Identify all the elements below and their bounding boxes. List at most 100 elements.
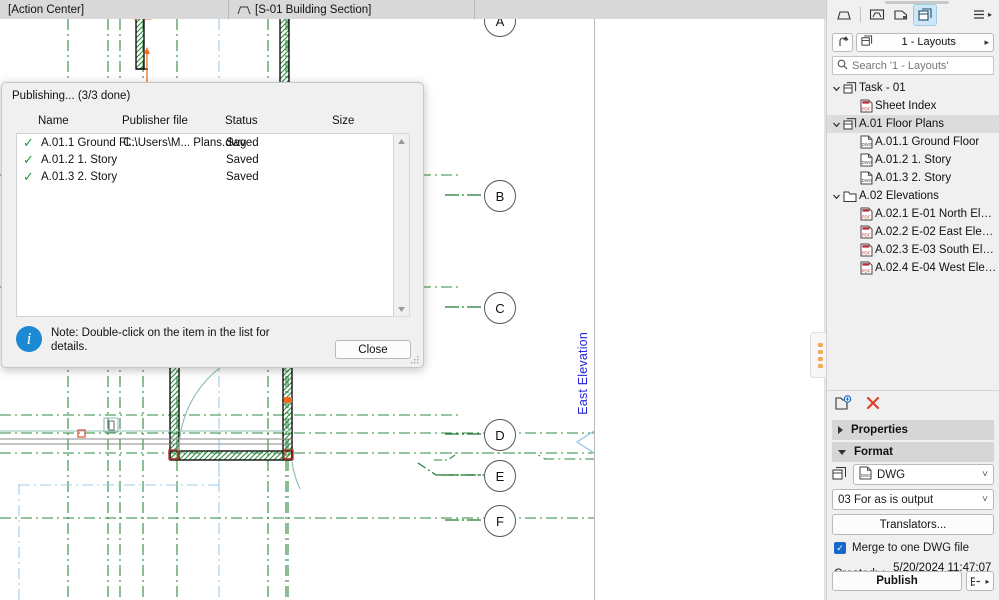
publish-items-list[interactable]: ✓ A.01.1 Ground Fl... C:\Users\M... Plans.… (16, 133, 394, 317)
dwg-icon: DWG (859, 466, 872, 483)
table-row[interactable]: ✓ A.01.2 1. Story Saved (17, 151, 393, 168)
tree-item-label: A.01 Floor Plans (859, 118, 945, 130)
tab-empty[interactable] (474, 0, 826, 19)
chevron-down-icon (838, 449, 846, 455)
row-status: Saved (226, 170, 259, 183)
breadcrumb-layout-selector[interactable]: 1 - Layouts ▸ (856, 32, 994, 52)
tree-item-label: A.02.2 E-02 East Elevation (875, 226, 997, 238)
grid-bubble-label: C (495, 300, 505, 316)
column-header-publisher-file[interactable]: Publisher file (122, 115, 188, 127)
search-input[interactable] (852, 59, 994, 72)
format-combo[interactable]: DWG DWG ˅ (853, 464, 994, 485)
tree-item-sheet-index[interactable]: PDF Sheet Index (827, 97, 999, 115)
tree-item-a-02-elevations[interactable]: A.02 Elevations (827, 187, 999, 205)
table-row[interactable]: ✓ A.01.3 2. Story Saved (17, 168, 393, 185)
properties-section-header[interactable]: Properties (832, 420, 994, 440)
chevron-down-icon[interactable] (830, 120, 842, 129)
close-button[interactable]: Close (335, 340, 411, 359)
grid-bubble-d[interactable]: D (484, 419, 516, 451)
grid-bubble-label: B (495, 188, 505, 204)
grip-dot (817, 356, 823, 361)
tree-item-a-01-floor-plans[interactable]: A.01 Floor Plans (827, 115, 999, 133)
tree-item-label: Sheet Index (875, 100, 937, 112)
grip-dot (817, 363, 823, 368)
chevron-down-icon[interactable] (830, 84, 842, 93)
status-check-icon: ✓ (23, 151, 34, 167)
navigator-panel: ▸ 1 - Layouts ▸ Task - 01 PDF Sheet Index A… (826, 0, 999, 600)
format-section-header[interactable]: Format (832, 442, 994, 462)
section-icon (237, 5, 251, 15)
tab-building-section[interactable]: [S-01 Building Section] (228, 0, 474, 19)
status-check-icon: ✓ (23, 168, 34, 184)
tree-item-a-02-2-e-02-east-elevation[interactable]: PDF A.02.2 E-02 East Elevation (827, 223, 999, 241)
chevron-right-icon (838, 426, 843, 434)
grid-bubble-label: D (495, 427, 505, 443)
menu-icon[interactable]: ▸ (973, 9, 994, 20)
svg-text:DWG: DWG (861, 473, 872, 478)
tree-item-a-01-3-2-story[interactable]: DWG A.01.3 2. Story (827, 169, 999, 187)
home-icon[interactable] (832, 4, 856, 26)
grip-dot (817, 342, 823, 347)
tree-item-label: A.02.3 E-03 South Elevation (875, 244, 997, 256)
publisher-action-strip (827, 390, 999, 418)
tree-item-a-01-2-1-story[interactable]: DWG A.01.2 1. Story (827, 151, 999, 169)
scroll-up-icon[interactable] (395, 134, 408, 148)
svg-text:DWG: DWG (862, 160, 873, 165)
merge-checkbox[interactable]: ✓ (834, 542, 846, 554)
tab-label: [Action Center] (8, 3, 85, 16)
new-publisher-set-icon[interactable] (835, 395, 852, 414)
dwg-icon: DWG (858, 153, 875, 167)
column-header-size[interactable]: Size (332, 115, 354, 127)
dwg-icon: DWG (858, 171, 875, 185)
tree-item-label: A.01.2 1. Story (875, 154, 952, 166)
svg-text:PDF: PDF (862, 107, 871, 112)
east-elevation-label[interactable]: East Elevation (576, 332, 590, 415)
column-header-status[interactable]: Status (225, 115, 258, 127)
go-up-icon[interactable] (832, 32, 853, 52)
layout-tree[interactable]: Task - 01 PDF Sheet Index A.01 Floor Plans D… (827, 79, 999, 379)
column-header-name[interactable]: Name (38, 115, 69, 127)
chevron-down-icon[interactable] (830, 192, 842, 201)
list-scrollbar[interactable] (395, 133, 410, 317)
grid-bubble-c[interactable]: C (484, 292, 516, 324)
chevron-down-icon: ˅ (982, 469, 988, 480)
row-status: Saved (226, 153, 259, 166)
translator-combo[interactable]: 03 For as is output ˅ (832, 489, 994, 510)
pdf-icon: PDF (858, 243, 875, 257)
publishing-dialog[interactable]: Publishing... (3/3 done) Name Publisher … (1, 82, 424, 368)
format-section-label: Format (854, 446, 893, 458)
tree-item-a-01-1-ground-floor[interactable]: DWG A.01.1 Ground Floor (827, 133, 999, 151)
panel-drag-handle[interactable] (885, 1, 949, 4)
row-name: A.01.3 2. Story (41, 170, 118, 183)
dialog-resize-grip[interactable] (411, 355, 420, 364)
publisher-set-icon[interactable] (832, 466, 849, 484)
tree-item-a-02-1-e-01-north-elevation[interactable]: PDF A.02.1 E-01 North Elevation (827, 205, 999, 223)
delete-icon[interactable] (866, 396, 880, 413)
tree-item-label: A.02.4 E-04 West Elevation (875, 262, 997, 274)
chevron-right-icon[interactable]: ▸ (984, 37, 989, 48)
translators-button[interactable]: Translators... (832, 514, 994, 535)
view-map-icon[interactable] (889, 4, 913, 26)
svg-text:PDF: PDF (862, 269, 871, 274)
publish-options-icon[interactable]: ▸ (966, 571, 994, 591)
grid-bubble-b[interactable]: B (484, 180, 516, 212)
scroll-down-icon[interactable] (395, 302, 408, 316)
tree-item-task-01[interactable]: Task - 01 (827, 79, 999, 97)
tree-item-label: A.02 Elevations (859, 190, 939, 202)
tree-item-a-02-4-e-04-west-elevation[interactable]: PDF A.02.4 E-04 West Elevation (827, 259, 999, 277)
layout-book-icon[interactable] (913, 3, 937, 26)
tree-item-a-02-3-e-03-south-elevation[interactable]: PDF A.02.3 E-03 South Elevation (827, 241, 999, 259)
tree-item-label: A.01.3 2. Story (875, 172, 952, 184)
project-map-icon[interactable] (865, 4, 889, 26)
merge-to-one-dwg-row[interactable]: ✓ Merge to one DWG file (834, 542, 994, 554)
search-box[interactable] (832, 56, 994, 75)
tab-action-center[interactable]: [Action Center] (0, 0, 228, 19)
publish-button[interactable]: Publish (832, 571, 962, 591)
grid-bubble-e[interactable]: E (484, 460, 516, 492)
table-row[interactable]: ✓ A.01.1 Ground Fl... C:\Users\M... Plans.… (17, 134, 393, 151)
pdf-icon: PDF (858, 261, 875, 275)
grid-bubble-f[interactable]: F (484, 505, 516, 537)
grid-bubble-label: A (495, 19, 505, 29)
subset-icon (842, 117, 859, 131)
dialog-title: Publishing... (3/3 done) (12, 90, 131, 102)
